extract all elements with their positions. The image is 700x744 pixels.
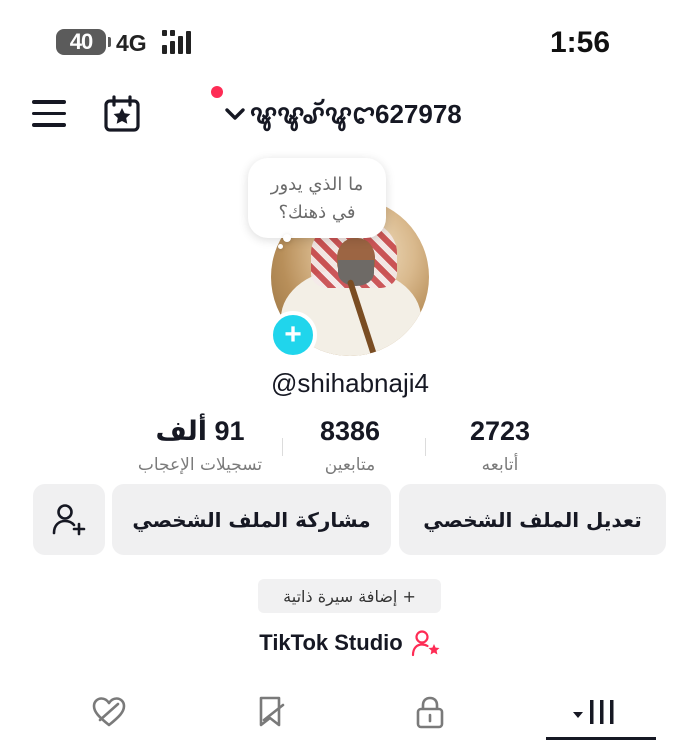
add-friend-button[interactable]	[33, 484, 105, 555]
bubble-tail	[283, 234, 291, 242]
tab-liked[interactable]	[84, 690, 134, 734]
likes-label: تسجيلات الإعجاب	[137, 455, 263, 475]
menu-icon[interactable]	[32, 100, 66, 128]
likes-count: 91 ألف	[155, 416, 245, 446]
profile-header: ꨡꨡꨣꨮꨥꨤ627978	[0, 84, 700, 144]
tab-videos[interactable]	[565, 690, 625, 734]
studio-star-user-icon	[411, 630, 440, 657]
stat-followers[interactable]: 8386 متابعين	[280, 416, 420, 475]
tab-private[interactable]	[405, 690, 455, 734]
liked-heart-icon	[92, 697, 126, 727]
tiktok-studio-link[interactable]: TikTok Studio	[0, 629, 700, 657]
stat-divider	[425, 438, 426, 456]
grid-icon	[573, 700, 614, 724]
following-count: 2723	[469, 416, 531, 446]
bubble-tail-small	[278, 244, 283, 249]
bookmark-icon	[259, 696, 285, 727]
note-bubble[interactable]: ما الذي يدور في ذهنك؟	[248, 158, 386, 238]
profile-tabs	[0, 690, 700, 744]
stat-following[interactable]: 2723 أتابعه	[430, 416, 570, 475]
clock: 1:56	[549, 26, 610, 59]
stat-likes[interactable]: 91 ألف تسجيلات الإعجاب	[130, 416, 270, 475]
battery-indicator: 40	[56, 29, 111, 55]
followers-label: متابعين	[324, 455, 376, 475]
calendar-star-icon[interactable]	[103, 95, 141, 133]
bubble-line-2: في ذهنك؟	[278, 202, 356, 223]
notification-dot	[211, 86, 223, 98]
signal-icon	[162, 30, 198, 54]
bubble-line-1: ما الذي يدور	[270, 174, 364, 195]
add-user-icon	[52, 503, 86, 535]
tab-favorites[interactable]	[246, 690, 296, 734]
studio-label: TikTok Studio	[259, 630, 403, 655]
following-label: أتابعه	[481, 455, 519, 475]
profile-handle: @shihabnaji4	[271, 368, 429, 398]
edit-profile-button[interactable]: تعديل الملف الشخصي	[399, 484, 666, 555]
account-switcher[interactable]: ꨡꨡꨣꨮꨥꨤ627978	[224, 96, 462, 132]
share-profile-button[interactable]: مشاركة الملف الشخصي	[112, 484, 391, 555]
chevron-down-icon	[225, 108, 245, 120]
battery-level: 40	[69, 29, 94, 54]
active-tab-indicator	[546, 737, 656, 740]
network-type: 4G	[116, 30, 147, 56]
add-story-icon[interactable]: +	[269, 311, 317, 359]
followers-count: 8386	[319, 416, 381, 446]
lock-icon	[416, 696, 444, 729]
status-bar: 40 4G 1:56	[0, 0, 700, 84]
username: ꨡꨡꨣꨮꨥꨤ627978	[250, 99, 462, 129]
add-bio-button[interactable]: + إضافة سيرة ذاتية	[258, 579, 441, 613]
